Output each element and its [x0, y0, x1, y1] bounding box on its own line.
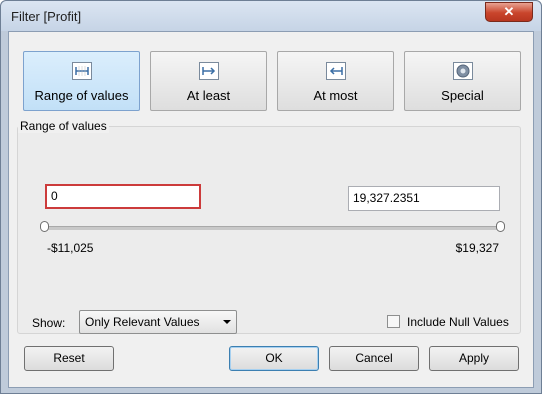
chevron-down-icon: [223, 320, 231, 324]
special-icon: [452, 62, 473, 80]
tab-label: Special: [441, 88, 484, 103]
tab-at-most[interactable]: At most: [277, 51, 394, 111]
at-least-icon: [198, 62, 219, 80]
show-label: Show:: [32, 316, 66, 330]
close-button[interactable]: ✕: [485, 2, 533, 22]
reset-button[interactable]: Reset: [24, 346, 114, 371]
apply-button[interactable]: Apply: [429, 346, 519, 371]
tab-label: At most: [313, 88, 358, 103]
range-group-label: Range of values: [18, 119, 109, 133]
slider-max-label: $19,327: [455, 241, 499, 255]
include-null-label[interactable]: Include Null Values: [407, 315, 509, 329]
cancel-button[interactable]: Cancel: [329, 346, 419, 371]
close-icon: ✕: [503, 4, 515, 19]
slider-min-handle[interactable]: [40, 221, 49, 232]
dialog-body: Range of values At least At most Special…: [8, 31, 534, 388]
show-dropdown[interactable]: Only Relevant Values: [79, 310, 237, 334]
tab-label: Range of values: [34, 88, 129, 103]
range-icon: [71, 62, 92, 80]
filter-dialog: Filter [Profit] ✕ Range of values At lea…: [0, 0, 542, 394]
show-dropdown-value: Only Relevant Values: [85, 315, 200, 329]
title-bar[interactable]: Filter [Profit] ✕: [1, 1, 541, 31]
max-value-input[interactable]: 19,327.2351: [348, 186, 500, 211]
at-most-icon: [325, 62, 346, 80]
tab-special[interactable]: Special: [404, 51, 521, 111]
include-null-checkbox[interactable]: [387, 315, 400, 328]
tab-label: At least: [186, 88, 231, 103]
slider-min-label: -$11,025: [47, 241, 94, 255]
range-slider-track[interactable]: [45, 226, 501, 230]
slider-max-handle[interactable]: [496, 221, 505, 232]
range-group-box: [17, 126, 521, 334]
min-value-input[interactable]: 0: [45, 184, 201, 209]
tab-range-of-values[interactable]: Range of values: [23, 51, 140, 111]
tab-at-least[interactable]: At least: [150, 51, 267, 111]
window-title: Filter [Profit]: [11, 9, 82, 24]
ok-button[interactable]: OK: [229, 346, 319, 371]
